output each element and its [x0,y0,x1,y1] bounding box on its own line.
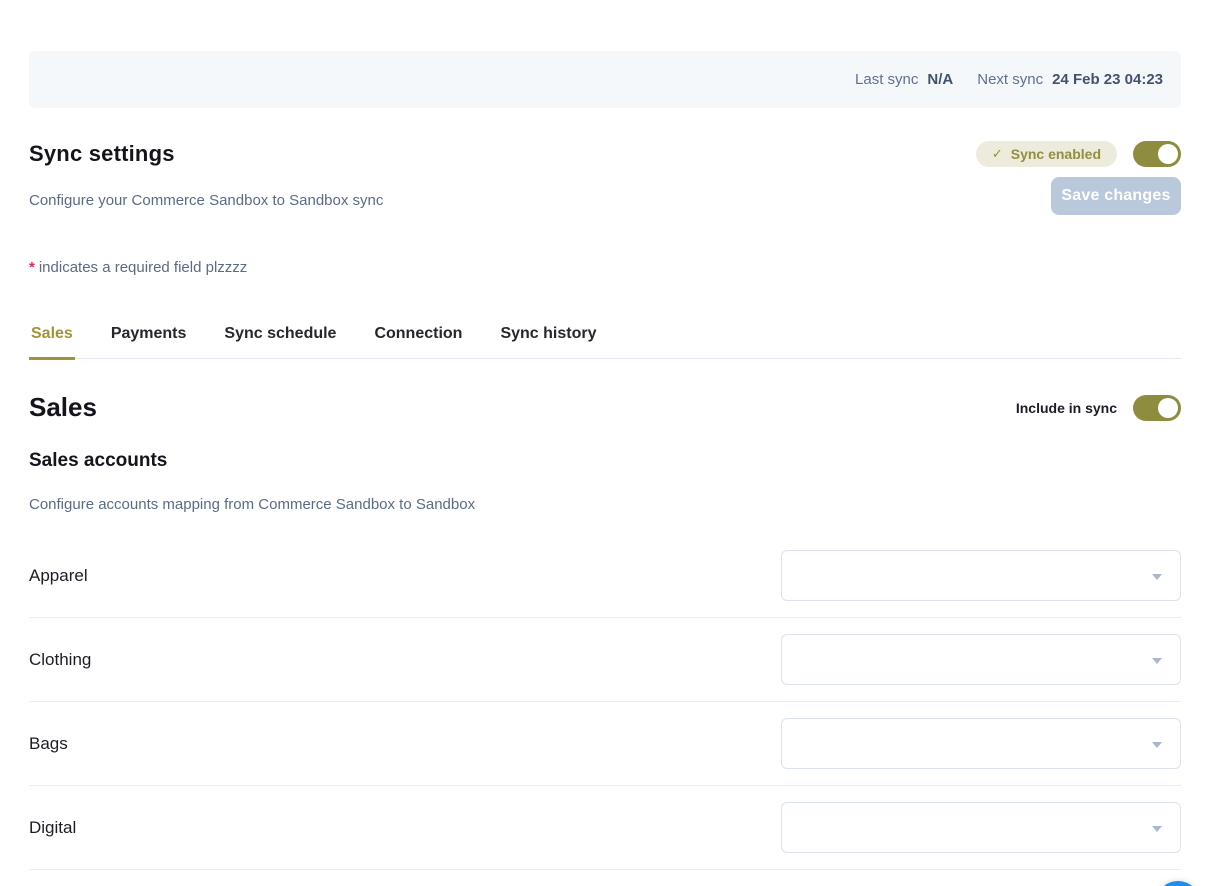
last-sync-label: Last sync [855,71,918,88]
account-row-digital: Digital [29,786,1181,870]
sales-section-title: Sales [29,392,97,423]
next-sync-value: 24 Feb 23 04:23 [1052,71,1163,88]
chevron-down-icon [1152,574,1162,580]
required-field-note: *indicates a required field plzzzz [29,259,1181,276]
account-row-apparel: Apparel [29,534,1181,618]
account-row-clothing: Clothing [29,618,1181,702]
page-subtitle: Configure your Commerce Sandbox to Sandb… [29,192,383,209]
account-select-digital[interactable] [781,802,1181,853]
sales-accounts-subtitle: Configure accounts mapping from Commerce… [29,496,1181,513]
account-row-bags: Bags [29,702,1181,786]
last-sync-group: Last sync N/A [855,71,953,88]
sync-status-bar: Last sync N/A Next sync 24 Feb 23 04:23 [29,51,1181,108]
tab-payments[interactable]: Payments [109,325,189,358]
page-title: Sync settings [29,141,383,167]
toggle-knob [1158,144,1178,164]
settings-tabs: Sales Payments Sync schedule Connection Sync… [29,325,1181,359]
page-header: Sync settings Configure your Commerce Sa… [29,141,1181,215]
tab-sync-schedule[interactable]: Sync schedule [222,325,338,358]
tab-connection[interactable]: Connection [372,325,464,358]
required-note-text: indicates a required field plzzzz [39,259,247,276]
sync-enabled-badge-label: Sync enabled [1011,146,1101,162]
account-select-apparel[interactable] [781,550,1181,601]
chevron-down-icon [1152,826,1162,832]
account-select-clothing[interactable] [781,634,1181,685]
tab-sales[interactable]: Sales [29,325,75,360]
save-changes-button[interactable]: Save changes [1051,177,1181,215]
account-mapping-rows: Apparel Clothing Bags Digital Hardware [29,534,1181,886]
account-row-label: Clothing [29,650,91,670]
page-header-left: Sync settings Configure your Commerce Sa… [29,141,383,209]
next-sync-label: Next sync [977,71,1043,88]
page-header-right: ✓ Sync enabled Save changes [976,141,1181,215]
sales-section-header: Sales Include in sync [29,392,1181,423]
chevron-down-icon [1152,742,1162,748]
sync-enabled-badge: ✓ Sync enabled [976,141,1117,167]
account-row-label: Apparel [29,566,88,586]
account-row-hardware: Hardware [29,870,1181,886]
sync-settings-page: Last sync N/A Next sync 24 Feb 23 04:23 … [0,51,1215,886]
last-sync-value: N/A [927,71,953,88]
chevron-down-icon [1152,658,1162,664]
account-row-label: Digital [29,818,76,838]
check-icon: ✓ [992,146,1003,162]
include-in-sync-label: Include in sync [1016,400,1117,416]
toggle-knob [1158,398,1178,418]
account-row-label: Bags [29,734,68,754]
tab-sync-history[interactable]: Sync history [498,325,598,358]
account-select-bags[interactable] [781,718,1181,769]
include-in-sync-toggle[interactable] [1133,395,1181,421]
required-asterisk: * [29,259,35,276]
sync-enabled-toggle[interactable] [1133,141,1181,167]
sales-accounts-title: Sales accounts [29,450,1181,472]
next-sync-group: Next sync 24 Feb 23 04:23 [977,71,1163,88]
